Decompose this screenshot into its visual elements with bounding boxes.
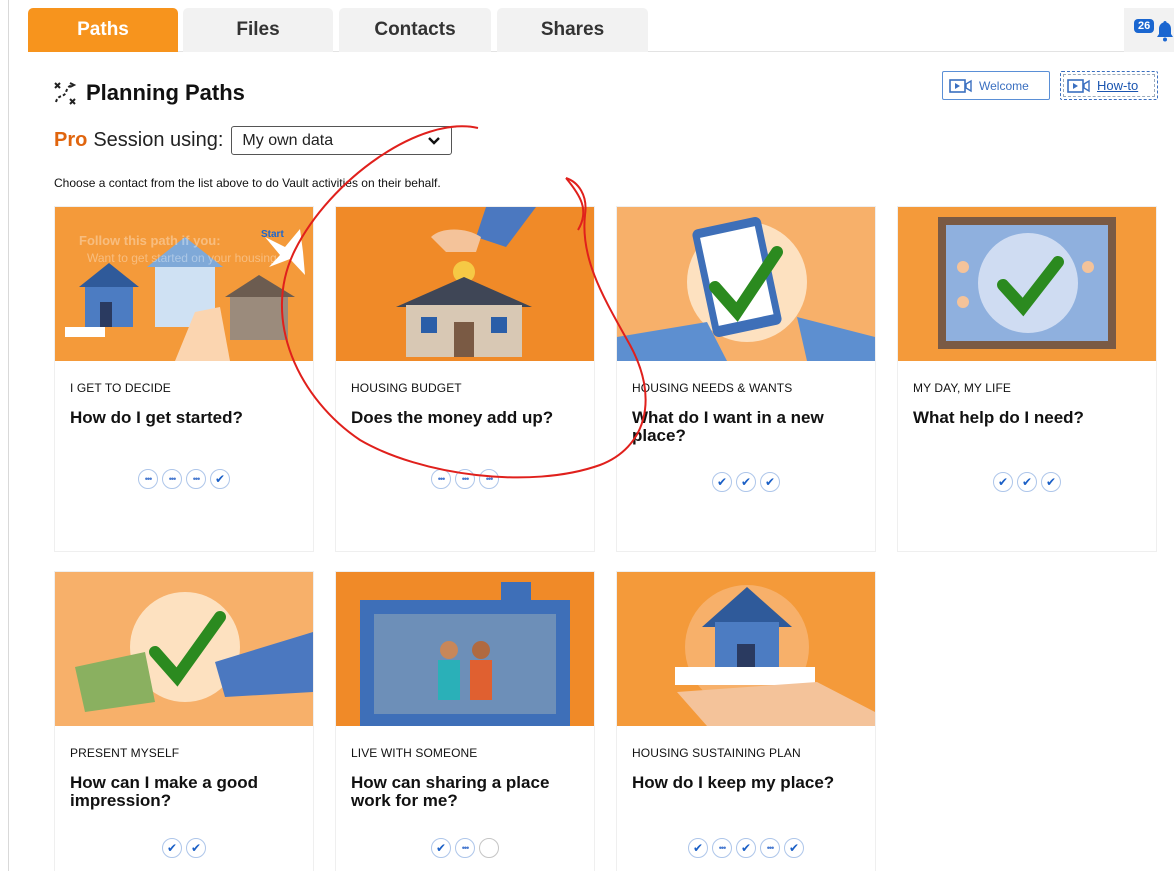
card-illustration: [336, 207, 594, 361]
card-illustration: [617, 572, 875, 726]
tab-shares[interactable]: Shares: [497, 8, 648, 52]
path-card[interactable]: Follow this path if you: Want to get sta…: [55, 207, 313, 551]
notifications-button[interactable]: 26: [1124, 8, 1174, 52]
card-steps: ✔ •••: [336, 838, 594, 858]
card-question: Does the money add up?: [351, 408, 554, 427]
step-empty-icon[interactable]: [479, 838, 499, 858]
card-steps: ✔ ✔ ✔: [617, 472, 875, 492]
card-illustration: [617, 207, 875, 361]
step-complete-icon[interactable]: ✔: [736, 472, 756, 492]
card-kicker: MY DAY, MY LIFE: [913, 381, 1011, 395]
step-in-progress-icon[interactable]: •••: [455, 469, 475, 489]
card-question: What help do I need?: [913, 408, 1084, 427]
card-illustration: [55, 572, 313, 726]
video-icon: [1067, 78, 1090, 93]
step-complete-icon[interactable]: ✔: [760, 472, 780, 492]
path-card[interactable]: PRESENT MYSELF How can I make a good imp…: [55, 572, 313, 871]
bell-icon: [1157, 21, 1173, 42]
session-label: Session using:: [93, 129, 224, 151]
card-question: How do I keep my place?: [632, 773, 835, 792]
tab-paths[interactable]: Paths: [28, 8, 178, 52]
step-in-progress-icon[interactable]: •••: [138, 469, 158, 489]
tab-bar: Paths Files Contacts Shares 26: [28, 8, 1174, 52]
card-question: How can I make a good impression?: [70, 773, 258, 810]
page-header: Planning Paths: [52, 80, 245, 106]
howto-label: How-to: [1097, 78, 1139, 93]
path-card[interactable]: HOUSING SUSTAINING PLAN How do I keep my…: [617, 572, 875, 871]
card-steps: ✔ ✔ ✔: [898, 472, 1156, 492]
step-complete-icon[interactable]: ✔: [431, 838, 451, 858]
card-steps: ✔ ✔: [55, 838, 313, 858]
howto-video-button[interactable]: How-to: [1060, 71, 1158, 100]
notification-count-badge: 26: [1134, 19, 1155, 33]
card-kicker: HOUSING BUDGET: [351, 381, 462, 395]
step-complete-icon[interactable]: ✔: [1017, 472, 1037, 492]
step-complete-icon[interactable]: ✔: [784, 838, 804, 858]
session-row: Pro Session using: My own data: [54, 126, 453, 155]
step-in-progress-icon[interactable]: •••: [431, 469, 451, 489]
step-complete-icon[interactable]: ✔: [162, 838, 182, 858]
chevron-down-icon: [428, 136, 441, 145]
step-in-progress-icon[interactable]: •••: [186, 469, 206, 489]
step-complete-icon[interactable]: ✔: [1041, 472, 1061, 492]
card-kicker: HOUSING SUSTAINING PLAN: [632, 746, 801, 760]
card-illustration: Follow this path if you: Want to get sta…: [55, 207, 313, 361]
card-kicker: PRESENT MYSELF: [70, 746, 180, 760]
card-kicker: LIVE WITH SOMEONE: [351, 746, 478, 760]
step-in-progress-icon[interactable]: •••: [760, 838, 780, 858]
step-in-progress-icon[interactable]: •••: [455, 838, 475, 858]
step-in-progress-icon[interactable]: •••: [479, 469, 499, 489]
step-complete-icon[interactable]: ✔: [688, 838, 708, 858]
step-complete-icon[interactable]: ✔: [993, 472, 1013, 492]
tab-contacts[interactable]: Contacts: [339, 8, 491, 52]
card-steps: ••• ••• ••• ✔: [55, 469, 313, 489]
start-badge: Start: [261, 229, 284, 240]
step-complete-icon[interactable]: ✔: [712, 472, 732, 492]
path-card[interactable]: LIVE WITH SOMEONE How can sharing a plac…: [336, 572, 594, 871]
path-card[interactable]: HOUSING NEEDS & WANTS What do I want in …: [617, 207, 875, 551]
step-complete-icon[interactable]: ✔: [186, 838, 206, 858]
card-steps: ••• ••• •••: [336, 469, 594, 489]
card-overlay-heading: Follow this path if you:: [79, 233, 221, 248]
page-title: Planning Paths: [86, 80, 245, 105]
path-card[interactable]: HOUSING BUDGET Does the money add up? ••…: [336, 207, 594, 551]
card-steps: ✔ ••• ✔ ••• ✔: [617, 838, 875, 858]
tab-files[interactable]: Files: [183, 8, 333, 52]
page-left-border: [8, 0, 9, 871]
path-card[interactable]: MY DAY, MY LIFE What help do I need? ✔ ✔ ✔: [898, 207, 1156, 551]
step-in-progress-icon[interactable]: •••: [162, 469, 182, 489]
card-question: How do I get started?: [70, 408, 243, 427]
card-kicker: HOUSING NEEDS & WANTS: [632, 381, 793, 395]
session-select[interactable]: My own data: [231, 126, 453, 155]
video-icon: [949, 78, 972, 93]
card-illustration: [898, 207, 1156, 361]
step-complete-icon[interactable]: ✔: [210, 469, 230, 489]
step-in-progress-icon[interactable]: •••: [712, 838, 732, 858]
path-route-icon: [54, 82, 77, 105]
card-illustration: [336, 572, 594, 726]
card-kicker: I GET TO DECIDE: [70, 381, 171, 395]
card-overlay-bullet: Want to get started on your housing: [87, 251, 277, 265]
session-select-value: My own data: [242, 131, 334, 149]
card-question: How can sharing a place work for me?: [351, 773, 550, 810]
welcome-video-button[interactable]: Welcome: [942, 71, 1050, 100]
hint-text: Choose a contact from the list above to …: [54, 176, 441, 190]
pro-label: Pro: [54, 129, 88, 151]
step-complete-icon[interactable]: ✔: [736, 838, 756, 858]
welcome-label: Welcome: [979, 78, 1029, 93]
card-question: What do I want in a new place?: [632, 408, 824, 445]
